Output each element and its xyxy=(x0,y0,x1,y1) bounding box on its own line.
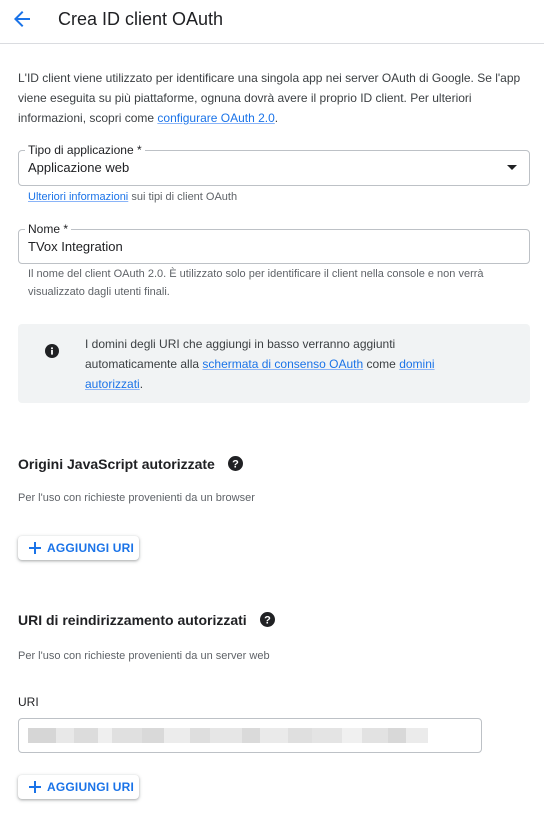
back-button[interactable] xyxy=(10,7,34,31)
app-type-label: Tipo di applicazione * xyxy=(25,142,145,158)
page-title: Crea ID client OAuth xyxy=(58,9,224,29)
more-info-link[interactable]: Ulteriori informazioni xyxy=(28,191,128,203)
js-origins-description: Per l'uso con richieste provenienti da u… xyxy=(18,492,255,504)
add-uri-label: AGGIUNGI URI xyxy=(47,541,135,555)
info-text-3: . xyxy=(139,377,144,391)
uri-input[interactable] xyxy=(18,718,482,753)
page-header: Crea ID client OAuth xyxy=(0,0,544,44)
app-type-value: Applicazione web xyxy=(28,160,130,175)
redirect-uris-title: URI di reindirizzamento autorizzati xyxy=(18,612,247,628)
svg-text:?: ? xyxy=(264,614,271,626)
app-type-select[interactable]: Tipo di applicazione * Applicazione web xyxy=(18,142,530,186)
info-text: I domini degli URI che aggiungi in basso… xyxy=(85,334,485,394)
name-hint: Il nome del client OAuth 2.0. È utilizza… xyxy=(28,268,484,298)
svg-text:?: ? xyxy=(232,458,239,470)
plus-icon xyxy=(29,542,41,554)
add-uri-label: AGGIUNGI URI xyxy=(47,780,135,794)
help-icon[interactable]: ? xyxy=(260,612,275,627)
app-type-hint-text: sui tipi di client OAuth xyxy=(128,191,238,203)
dropdown-arrow-icon xyxy=(507,165,517,170)
add-js-origin-uri-button[interactable]: AGGIUNGI URI xyxy=(18,536,139,560)
name-value: TVox Integration xyxy=(28,239,123,254)
name-label: Nome * xyxy=(25,221,72,237)
add-redirect-uri-button[interactable]: AGGIUNGI URI xyxy=(18,775,139,799)
app-type-hint: Ulteriori informazioni sui tipi di clien… xyxy=(28,188,237,206)
consent-screen-link[interactable]: schermata di consenso OAuth xyxy=(202,357,363,371)
help-icon[interactable]: ? xyxy=(228,456,243,471)
name-input[interactable]: Nome * TVox Integration xyxy=(18,221,530,264)
redirect-uris-description: Per l'uso con richieste provenienti da u… xyxy=(18,650,270,662)
configure-oauth-link[interactable]: configurare OAuth 2.0 xyxy=(157,111,274,125)
intro-text-after: . xyxy=(274,111,279,125)
blurred-uri-value xyxy=(28,728,428,743)
info-icon xyxy=(45,344,59,358)
info-box: I domini degli URI che aggiungi in basso… xyxy=(18,324,530,403)
plus-icon xyxy=(29,781,41,793)
arrow-back-icon xyxy=(14,11,30,27)
js-origins-title: Origini JavaScript autorizzate xyxy=(18,456,215,472)
intro-text: L'ID client viene utilizzato per identif… xyxy=(18,68,530,128)
info-text-2: come xyxy=(363,357,400,371)
uri-label: URI xyxy=(18,695,39,709)
